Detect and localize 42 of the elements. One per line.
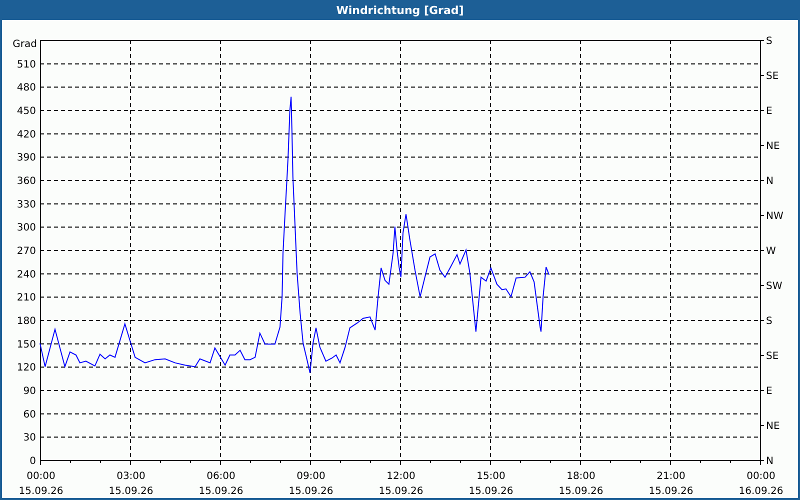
- y-tick-label: 120: [16, 362, 36, 374]
- compass-tick-label: E: [766, 106, 772, 117]
- x-tick-label: 06:00 15.09.26: [198, 471, 244, 497]
- y-tick-label: 180: [16, 316, 36, 327]
- x-tick-label: 18:00 15.09.26: [558, 471, 604, 497]
- y-tick-label: 0: [30, 456, 36, 467]
- compass-tick-label: NE: [766, 421, 780, 432]
- y-axis-title: Grad: [12, 39, 37, 50]
- compass-tick-label: E: [766, 386, 772, 397]
- compass-tick-label: NE: [766, 141, 780, 152]
- x-tick-label: 21:00 15.09.26: [648, 471, 694, 497]
- compass-tick-label: W: [766, 246, 776, 257]
- y-tick-label: 300: [16, 222, 36, 234]
- x-tick-label: 15:00 15.09.26: [468, 471, 514, 497]
- x-tick-label: 00:00 16.09.26: [738, 471, 784, 497]
- y-tick-label: 420: [16, 129, 36, 140]
- y-tick-label: 480: [16, 82, 36, 94]
- y-tick-label: 30: [23, 432, 36, 444]
- compass-tick-label: S: [766, 36, 772, 47]
- x-tick-label: 12:00 15.09.26: [378, 471, 424, 497]
- y-tick-label: 210: [16, 292, 36, 304]
- x-tick-label: 00:00 15.09.26: [18, 471, 64, 497]
- compass-tick-label: SW: [766, 281, 782, 292]
- compass-tick-label: SE: [766, 71, 779, 82]
- x-tick-label: 09:00 15.09.26: [288, 471, 334, 497]
- y-tick-label: 390: [16, 152, 36, 164]
- x-tick-label: 03:00 15.09.26: [108, 471, 154, 497]
- window-title: Windrichtung [Grad]: [336, 4, 464, 16]
- y-tick-label: 90: [23, 386, 36, 397]
- y-tick-label: 150: [16, 339, 36, 350]
- compass-tick-label: S: [766, 316, 772, 327]
- y-tick-label: 240: [16, 269, 36, 280]
- compass-tick-label: NW: [766, 211, 784, 222]
- compass-tick-label: N: [766, 176, 774, 187]
- compass-tick-label: N: [766, 456, 774, 467]
- y-tick-label: 450: [16, 106, 36, 117]
- y-tick-label: 60: [23, 409, 36, 420]
- y-tick-label: 360: [16, 176, 36, 187]
- compass-tick-label: SE: [766, 351, 779, 362]
- y-tick-label: 330: [16, 199, 36, 210]
- y-tick-label: 510: [16, 59, 36, 70]
- y-tick-label: 270: [16, 246, 36, 257]
